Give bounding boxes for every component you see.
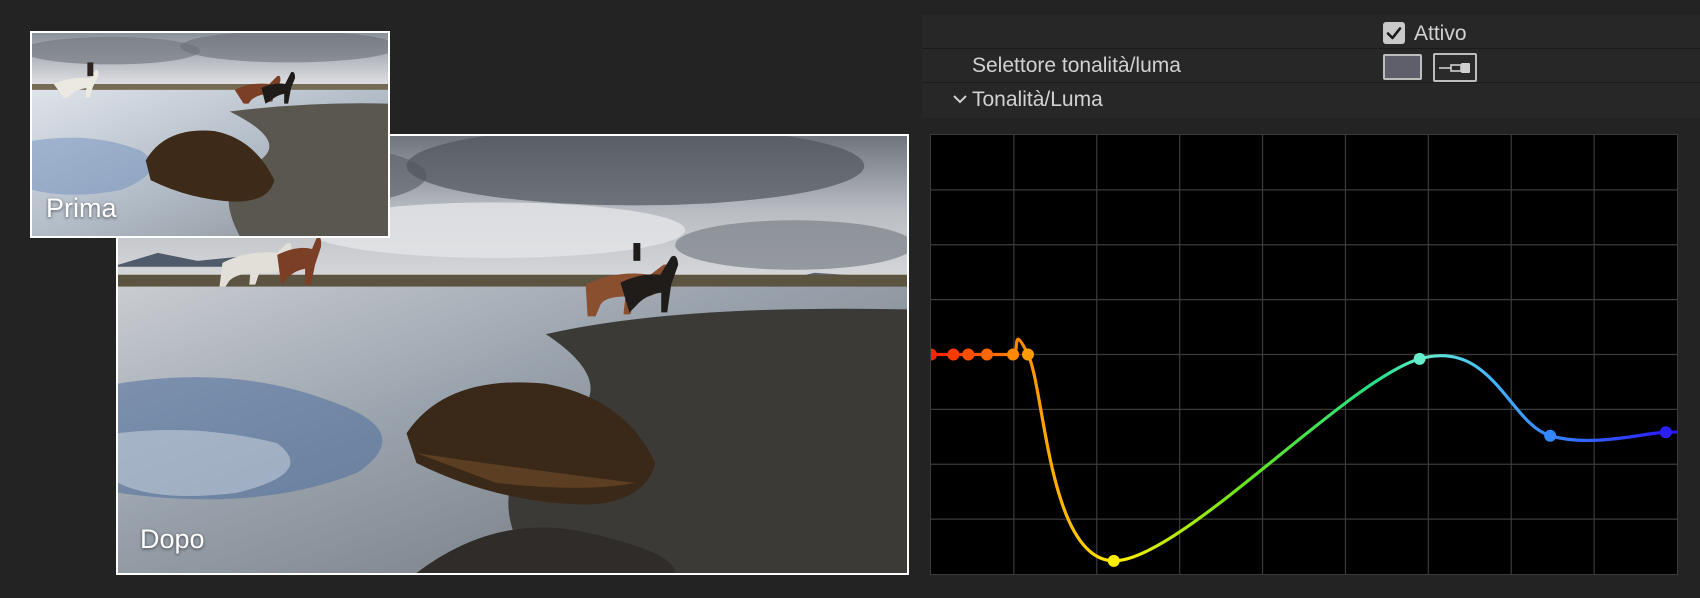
row-divider [922,82,1700,83]
before-label: Prima [46,193,117,223]
curve-control-point[interactable] [980,348,993,361]
eyedropper-icon [1439,63,1470,73]
curve-control-point[interactable] [931,348,937,361]
enabled-checkbox[interactable] [1383,22,1405,44]
row-divider [922,48,1700,49]
before-preview: Prima [30,31,390,238]
after-label: Dopo [140,524,205,554]
eyedropper-button[interactable] [1433,53,1477,82]
curve-control-point[interactable] [1107,554,1120,567]
curve-control-point[interactable] [1413,352,1426,365]
curve-canvas[interactable] [931,135,1677,574]
curve-control-point[interactable] [1544,429,1557,442]
enabled-label: Attivo [1414,22,1467,45]
curve-control-point[interactable] [1021,348,1034,361]
section-toggle-label[interactable]: Tonalità/Luma [972,88,1103,112]
curve-control-point[interactable] [947,348,960,361]
hue-luma-curve-graph[interactable] [930,134,1678,575]
hue-curve-line[interactable] [931,337,1677,563]
curve-control-point[interactable] [962,348,975,361]
selector-color-swatch[interactable] [1383,54,1422,80]
selector-label: Selettore tonalità/luma [972,54,1181,77]
chevron-down-icon[interactable] [952,92,968,106]
curve-control-point[interactable] [1659,426,1672,439]
checkmark-icon [1386,27,1402,40]
curve-control-point[interactable] [1007,348,1020,361]
